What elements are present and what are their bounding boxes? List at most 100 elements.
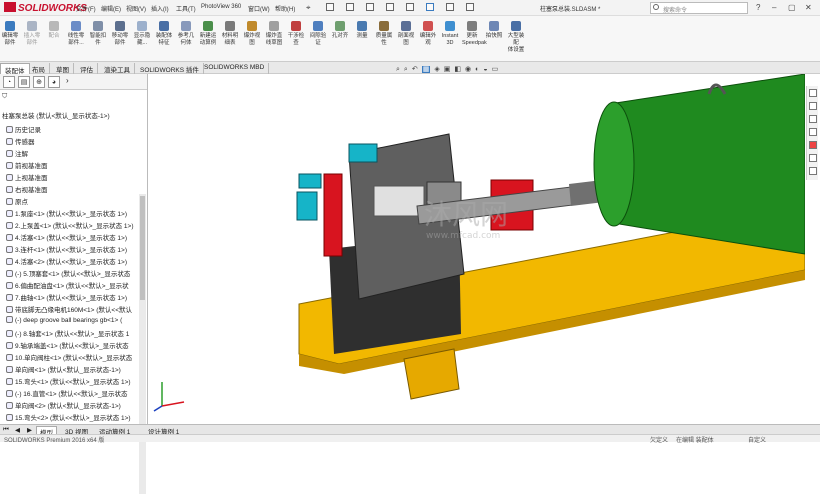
tab-render-tools[interactable]: 渲染工具 [100, 63, 135, 74]
bom-button[interactable]: 材料明 细表 [220, 21, 240, 47]
move-component-button[interactable]: 移动零 部件 [110, 21, 130, 47]
home-pane-icon[interactable] [809, 89, 817, 97]
appearances-pane-icon[interactable] [809, 141, 817, 149]
solidworks-forum-pane-icon[interactable] [809, 167, 817, 175]
menu-photoview[interactable]: PhotoView 360 [201, 4, 241, 10]
tab-nav-prev-icon[interactable]: ◀ [12, 426, 23, 434]
explode-line-sketch-button[interactable]: 爆炸直 线草图 [264, 21, 284, 47]
tab-nav-next-icon[interactable]: ▶ [24, 426, 35, 434]
valve-flange[interactable] [323, 173, 343, 257]
measure-button[interactable]: 测量 [352, 21, 372, 40]
resources-pane-icon[interactable] [809, 102, 817, 110]
tree-item-part[interactable]: 4.活塞<1> (默认<<默认>_显示状态 1>) [6, 232, 127, 242]
tab-mbd[interactable]: SOLIDWORKS MBD [200, 63, 270, 74]
graphics-area[interactable]: 沐风网 www.mfcad.com [149, 74, 805, 424]
crank-mechanism[interactable] [373, 185, 425, 217]
expand-arrow-icon[interactable]: › [66, 76, 69, 85]
check-valve-top[interactable] [348, 143, 378, 163]
dynamic-annotation-icon[interactable]: ◈ [434, 66, 439, 73]
menu-file[interactable]: 文件(F) [76, 4, 96, 13]
tree-item-part[interactable]: (-) 16.直管<1> (默认<<默认>_显示状态 [6, 388, 128, 398]
tab-sketch[interactable]: 草图 [52, 63, 74, 74]
view-orientation-icon[interactable]: ▣ [444, 66, 451, 73]
menu-insert[interactable]: 插入(I) [151, 4, 169, 13]
apply-scene-icon[interactable]: ◒ [483, 66, 487, 73]
options-icon[interactable] [466, 3, 474, 11]
zoom-area-icon[interactable]: ⌕ [404, 66, 408, 73]
feature-tree-tab-icon[interactable]: ◔ [3, 76, 15, 88]
select-icon[interactable] [426, 3, 434, 11]
section-view-icon[interactable]: ▦ [421, 66, 431, 73]
display-manager-tab-icon[interactable]: ◕ [48, 76, 60, 88]
tab-nav-first-icon[interactable]: ⏮ [0, 426, 12, 434]
check-valve-lower[interactable] [296, 191, 318, 221]
tree-item-part[interactable]: 3.连杆<1> (默认<<默认>_显示状态 1>) [6, 244, 127, 254]
open-icon[interactable] [346, 3, 354, 11]
exploded-view-button[interactable]: 爆炸视图 [242, 21, 262, 47]
assembly-root[interactable]: 柱塞泵总装 (默认<默认_显示状态-1>) [2, 110, 110, 120]
tree-item-sensors[interactable]: 传感器 [6, 136, 35, 146]
take-snapshot-button[interactable]: 拍快照 [484, 21, 504, 40]
tree-item-part[interactable]: (-) deep groove ball bearings gb<1> ( [6, 316, 122, 324]
tree-item-part[interactable]: 9.轴承端盖<1> (默认<<默认>_显示状态 [6, 340, 129, 350]
tab-assembly[interactable]: 装配体 [0, 63, 30, 75]
clearance-verification-button[interactable]: 间隙验证 [308, 21, 328, 47]
tree-item-part[interactable]: (-) 8.轴套<1> (默认<<默认>_显示状态 1 [6, 328, 129, 338]
tab-layout[interactable]: 布局 [28, 63, 50, 74]
edit-appearance-button[interactable]: 编辑外观 [418, 21, 438, 47]
tree-item-top-plane[interactable]: 上视基准面 [6, 172, 48, 182]
smart-fastener-button[interactable]: 智能扣件 [88, 21, 108, 47]
tree-item-part[interactable]: 6.偏曲配油盘<1> (默认<<默认>_显示状 [6, 280, 129, 290]
menu-window[interactable]: 窗口(W) [248, 4, 270, 13]
tab-addins[interactable]: SOLIDWORKS 插件 [136, 63, 204, 74]
property-manager-tab-icon[interactable]: ▤ [18, 76, 30, 88]
tree-item-right-plane[interactable]: 右视基准面 [6, 184, 48, 194]
reference-geometry-button[interactable]: 参考几 何体 [176, 21, 196, 47]
tree-item-part[interactable]: 7.曲轴<1> (默认<<默认>_显示状态 1>) [6, 292, 127, 302]
insert-component-button[interactable]: 插入零 部件 [22, 21, 42, 47]
edit-component-button[interactable]: 编辑零 部件 [0, 21, 20, 47]
feature-tree-scrollbar[interactable] [139, 194, 146, 494]
menu-help[interactable]: 帮助(H) [275, 4, 295, 13]
close-icon[interactable]: ✕ [805, 3, 812, 12]
tree-item-part[interactable]: 10.单向阀柱<1> (默认<<默认>_显示状态 [6, 352, 132, 362]
custom-properties-pane-icon[interactable] [809, 154, 817, 162]
tree-item-history[interactable]: 历史记录 [6, 124, 41, 134]
design-library-pane-icon[interactable] [809, 115, 817, 123]
motor-end-cap[interactable] [593, 101, 635, 227]
scrollbar-thumb[interactable] [140, 196, 145, 300]
tree-item-subassembly[interactable]: 单向阀<1> (默认<默认_显示状态-1>) [6, 364, 121, 374]
tree-item-origin[interactable]: 原点 [6, 196, 28, 206]
tree-item-part[interactable]: 带底脚无凸缘电机160M<1> (默认<<默认 [6, 304, 132, 314]
mate-button[interactable]: 配合 [44, 21, 64, 40]
menu-tools[interactable]: 工具(T) [176, 4, 196, 13]
view-settings-icon[interactable]: ▭ [492, 66, 499, 73]
tree-item-front-plane[interactable]: 前视基准面 [6, 160, 48, 170]
status-units[interactable]: 自定义 [748, 435, 766, 444]
zoom-to-fit-icon[interactable]: ⌕ [396, 66, 400, 73]
section-view-button[interactable]: 剖面视图 [396, 21, 416, 47]
hide-show-icon[interactable]: ◉ [465, 66, 471, 73]
print-icon[interactable] [386, 3, 394, 11]
new-doc-icon[interactable] [326, 3, 334, 11]
mass-properties-button[interactable]: 质量属性 [374, 21, 394, 47]
display-style-icon[interactable]: ◧ [454, 66, 461, 73]
tree-item-part[interactable]: 15.弯头<2> (默认<<默认>_显示状态 1>) [6, 412, 131, 422]
previous-view-icon[interactable]: ↶ [412, 66, 418, 73]
new-motion-study-button[interactable]: 新建运 动算例 [198, 21, 218, 47]
linear-pattern-button[interactable]: 线性零 部件... [66, 21, 86, 47]
tree-item-part[interactable]: 1.泵座<1> (默认<<默认>_显示状态 1>) [6, 208, 127, 218]
motor-housing[interactable] [608, 74, 805, 255]
show-hidden-button[interactable]: 显示隐 藏... [132, 21, 152, 47]
configuration-tab-icon[interactable]: ⊕ [33, 76, 45, 88]
tree-item-part[interactable]: 2.上泵盖<1> (默认<<默认>_显示状态 1>) [6, 220, 133, 230]
pin-icon[interactable]: ⌖ [306, 3, 311, 13]
assembly-feature-button[interactable]: 装配体 特征 [154, 21, 174, 47]
minimize-icon[interactable]: – [772, 3, 776, 12]
help-icon[interactable]: ? [756, 3, 760, 12]
maximize-icon[interactable]: ▢ [788, 3, 796, 12]
undo-icon[interactable] [406, 3, 414, 11]
tree-item-part[interactable]: 4.活塞<2> (默认<<默认>_显示状态 1>) [6, 256, 127, 266]
edit-appearance-view-icon[interactable]: ◐ [475, 66, 479, 73]
interference-detection-button[interactable]: 干涉检查 [286, 21, 306, 47]
